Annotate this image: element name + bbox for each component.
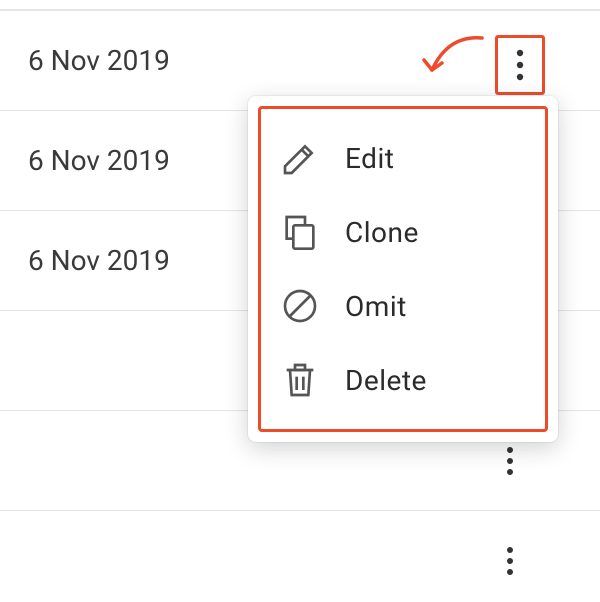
row-date: 6 Nov 2019 <box>28 244 170 277</box>
row-actions-menu: Edit Clone Omit Delete <box>248 96 558 442</box>
more-vertical-icon <box>516 48 524 82</box>
trash-icon <box>277 357 323 403</box>
menu-item-label: Clone <box>345 216 419 249</box>
menu-item-delete[interactable]: Delete <box>267 343 539 417</box>
row-actions-button[interactable] <box>490 441 530 481</box>
menu-item-clone[interactable]: Clone <box>267 195 539 269</box>
menu-item-label: Omit <box>345 290 407 323</box>
table-row <box>0 510 600 602</box>
menu-item-edit[interactable]: Edit <box>267 121 539 195</box>
menu-item-omit[interactable]: Omit <box>267 269 539 343</box>
copy-icon <box>277 209 323 255</box>
pencil-icon <box>277 135 323 181</box>
menu-item-label: Delete <box>345 364 427 397</box>
row-actions-button[interactable] <box>490 541 530 581</box>
prohibit-icon <box>277 283 323 329</box>
row-date: 6 Nov 2019 <box>28 144 170 177</box>
more-vertical-icon <box>506 446 514 476</box>
table-header-stub <box>0 0 600 10</box>
menu-item-label: Edit <box>345 142 394 175</box>
annotation-highlight-box: Edit Clone Omit Delete <box>258 106 548 432</box>
row-date: 6 Nov 2019 <box>28 44 170 77</box>
row-actions-button-highlighted[interactable] <box>495 35 545 95</box>
more-vertical-icon <box>506 546 514 576</box>
